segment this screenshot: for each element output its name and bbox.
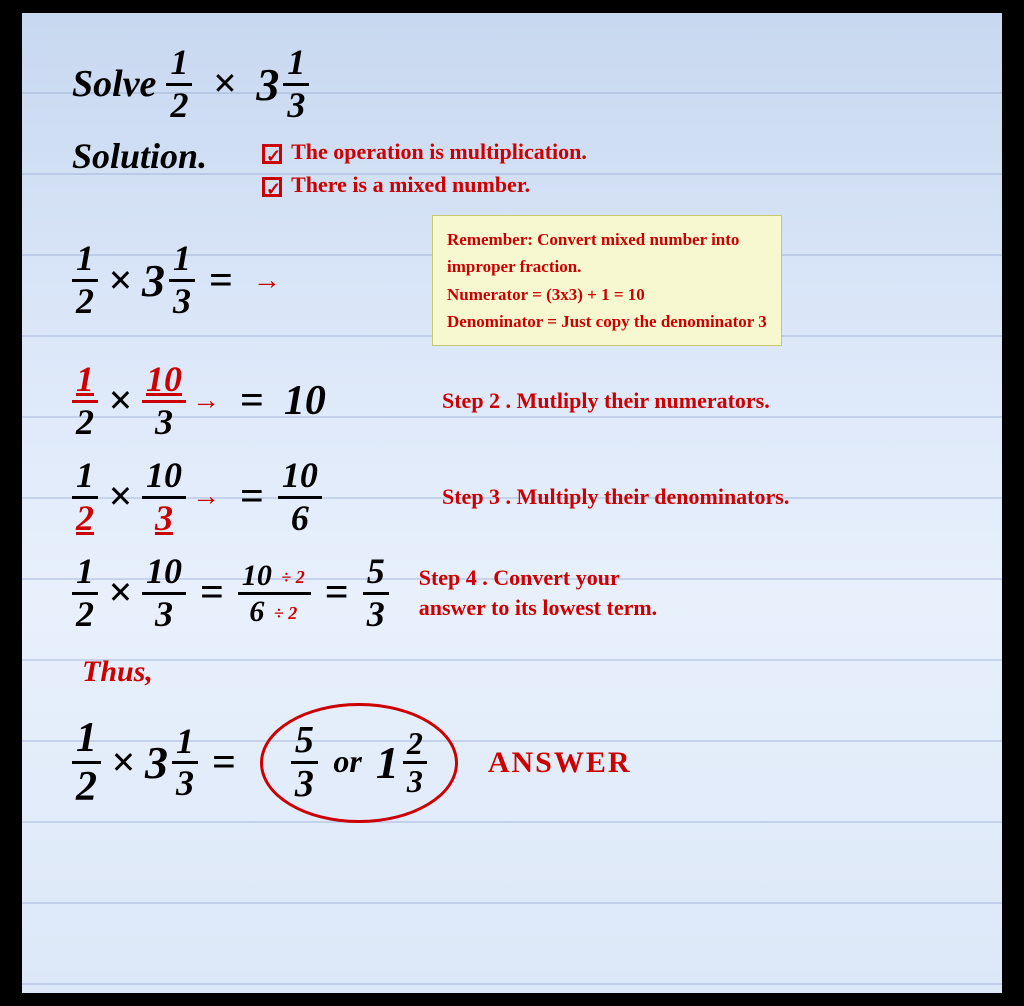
step4-expr: 1 2 × 10 3 = 10 ÷ 2 6 ÷ 2 = 5 3 <box>72 552 389 634</box>
mixed-number-title: 3 1 3 <box>256 43 309 125</box>
answer-label: ANSWER <box>488 746 632 780</box>
solution-row: Solution. The operation is multiplicatio… <box>52 135 972 201</box>
thus-label: Thus, <box>82 655 153 688</box>
step3-row: 1 2 × 10 3 → = 10 6 Step 3 . Multiply th… <box>52 456 972 538</box>
step2-row: 1 2 × 10 3 → = 10 Step 2 . Mutliply thei… <box>52 360 972 442</box>
step2-arrow-icon: → <box>192 385 220 417</box>
solve-label: Solve <box>72 62 156 106</box>
right-arrow-icon: → <box>253 265 281 297</box>
title-row: Solve 1 2 × 3 1 3 <box>52 43 972 125</box>
convert-expr: 1 2 × 3 1 3 = → <box>72 239 412 321</box>
multiply-operator: × <box>212 60 236 108</box>
solution-label: Solution. <box>72 135 232 177</box>
step1-text: The operation is multiplication. There i… <box>262 135 587 201</box>
answer-circle: 5 3 or 1 2 3 <box>260 703 458 824</box>
final-answer-row: 1 2 × 3 1 3 = 5 3 <box>52 703 972 824</box>
step3-arrow-icon: → <box>192 481 220 513</box>
checkbox1-icon <box>262 144 282 164</box>
step2-expr: 1 2 × 10 3 → = 10 <box>72 360 412 442</box>
checkbox2-icon <box>262 177 282 197</box>
final-expr: 1 2 × 3 1 3 = 5 3 <box>72 703 468 824</box>
or-text: or <box>333 743 369 779</box>
fraction-half: 1 2 <box>166 43 192 125</box>
step4-row: 1 2 × 10 3 = 10 ÷ 2 6 ÷ 2 = 5 3 <box>52 552 972 634</box>
step3-label: Step 3 . Multiply their denominators. <box>442 484 789 510</box>
step-convert-row: 1 2 × 3 1 3 = → Remember: Convert mixed … <box>52 215 972 346</box>
step3-expr: 1 2 × 10 3 → = 10 6 <box>72 456 412 538</box>
thus-row: Thus, <box>52 655 972 689</box>
step4-label: Step 4 . Convert your answer to its lowe… <box>419 563 679 625</box>
main-page: Solve 1 2 × 3 1 3 Solution. The operatio… <box>22 13 1002 993</box>
memo-box: Remember: Convert mixed number into impr… <box>432 215 782 346</box>
step2-label: Step 2 . Mutliply their numerators. <box>442 388 770 414</box>
